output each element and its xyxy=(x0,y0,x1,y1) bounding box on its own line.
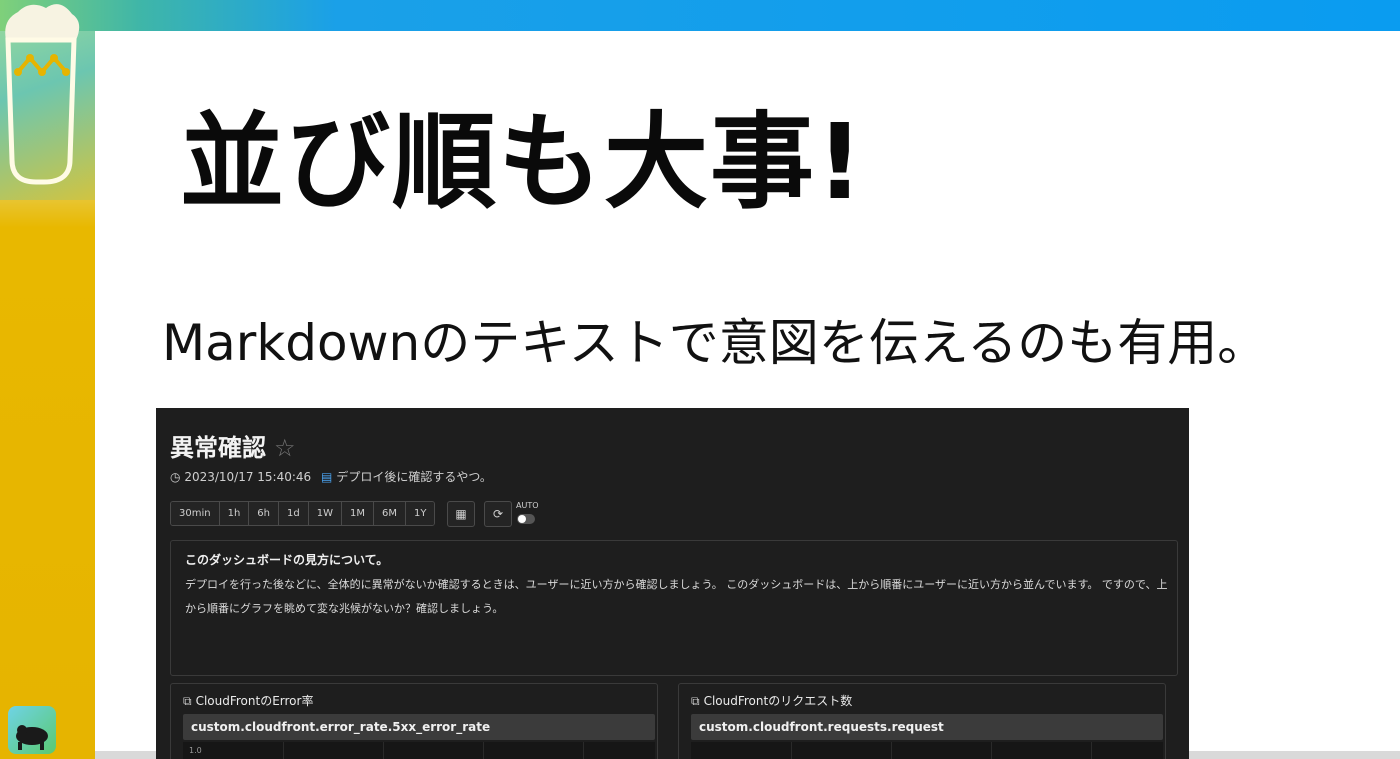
panel-copy-icon[interactable]: ⧉ xyxy=(691,694,700,708)
grid-line xyxy=(1091,742,1092,759)
slide-subtitle: Markdownのテキストで意図を伝えるのも有用。 xyxy=(162,314,1268,372)
graph-panel-requests: ⧉ CloudFrontのリクエスト数 custom.cloudfront.req… xyxy=(678,683,1166,759)
graph-plot xyxy=(691,742,1163,759)
dashboard-timestamp: 2023/10/17 15:40:46 xyxy=(184,470,312,484)
markdown-heading: このダッシュボードの見方について。 xyxy=(185,553,389,567)
metric-name: custom.cloudfront.error_rate.5xx_error_r… xyxy=(183,714,655,740)
dashboard-title-text: 異常確認 xyxy=(170,434,266,462)
range-button-1h[interactable]: 1h xyxy=(219,502,250,525)
refresh-icon[interactable]: ⟳ xyxy=(484,501,512,527)
logo-icon xyxy=(8,706,56,754)
star-icon[interactable]: ☆ xyxy=(274,434,296,462)
range-button-1y[interactable]: 1Y xyxy=(405,502,435,525)
dashboard-note: デプロイ後に確認するやつ。 xyxy=(336,470,492,484)
top-accent-bar xyxy=(0,0,1400,31)
dashboard-meta: ◷ 2023/10/17 15:40:46 ▤ デプロイ後に確認するやつ。 xyxy=(170,468,492,485)
auto-refresh-toggle[interactable] xyxy=(517,514,535,524)
calendar-icon[interactable]: ▦ xyxy=(447,501,475,527)
panel-title-text: CloudFrontのリクエスト数 xyxy=(703,694,853,708)
dashboard-title: 異常確認 ☆ xyxy=(170,428,296,463)
auto-refresh-label: AUTO xyxy=(516,501,539,510)
panel-title: ⧉ CloudFrontのError率 xyxy=(183,692,313,709)
markdown-panel: このダッシュボードの見方について。 デプロイを行った後などに、全体的に異常がない… xyxy=(170,540,1178,676)
grid-line xyxy=(791,742,792,759)
clock-icon: ◷ xyxy=(170,470,181,484)
range-button-1d[interactable]: 1d xyxy=(279,502,309,525)
toggle-knob xyxy=(518,515,526,523)
grid-line xyxy=(483,742,484,759)
range-button-1w[interactable]: 1W xyxy=(308,502,342,525)
time-range-group: 30min 1h 6h 1d 1W 1M 6M 1Y xyxy=(170,501,436,526)
panel-title-text: CloudFrontのError率 xyxy=(195,694,314,708)
beer-glass-icon xyxy=(5,4,80,185)
grid-line xyxy=(583,742,584,759)
panel-title: ⧉ CloudFrontのリクエスト数 xyxy=(691,692,852,709)
graph-plot: 1.0 xyxy=(183,742,655,759)
grid-line xyxy=(283,742,284,759)
range-button-6h[interactable]: 6h xyxy=(249,502,279,525)
y-tick-label: 1.0 xyxy=(189,746,202,755)
panel-copy-icon[interactable]: ⧉ xyxy=(183,694,192,708)
graph-panel-error-rate: ⧉ CloudFrontのError率 custom.cloudfront.err… xyxy=(170,683,658,759)
dashboard-screenshot: 異常確認 ☆ ◷ 2023/10/17 15:40:46 ▤ デプロイ後に確認するや… xyxy=(156,408,1189,759)
grid-line xyxy=(383,742,384,759)
range-button-30min[interactable]: 30min xyxy=(171,502,220,525)
grid-line xyxy=(891,742,892,759)
range-button-1m[interactable]: 1M xyxy=(341,502,374,525)
markdown-body: デプロイを行った後などに、全体的に異常がないか確認するときは、ユーザーに近い方か… xyxy=(185,578,1168,615)
document-icon: ▤ xyxy=(321,470,333,484)
grid-line xyxy=(991,742,992,759)
metric-name: custom.cloudfront.requests.request xyxy=(691,714,1163,740)
range-button-6m[interactable]: 6M xyxy=(373,502,406,525)
slide-title: 並び順も大事! xyxy=(180,101,866,223)
